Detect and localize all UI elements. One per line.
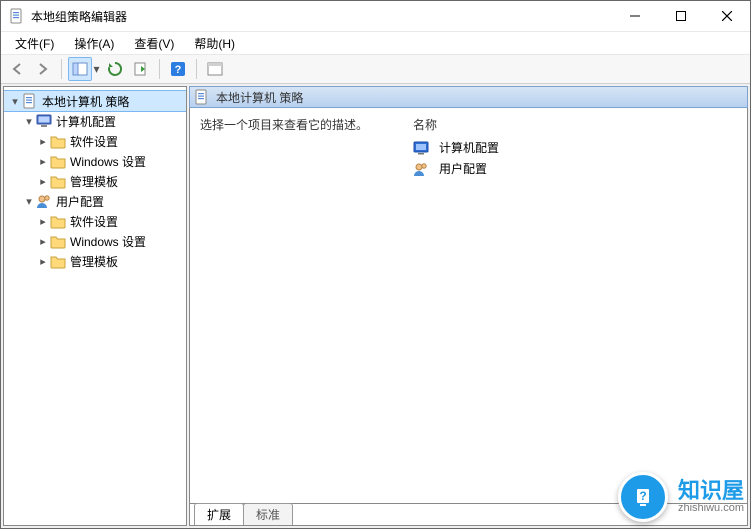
folder-icon <box>50 253 66 269</box>
tree-user-config[interactable]: ▾ 用户配置 <box>4 191 186 211</box>
computer-icon <box>36 113 52 129</box>
maximize-button[interactable] <box>658 1 704 31</box>
list-item-label: 用户配置 <box>439 160 487 177</box>
folder-icon <box>50 133 66 149</box>
nav-back-button[interactable] <box>5 57 29 81</box>
menu-action[interactable]: 操作(A) <box>64 33 124 54</box>
tree-pane[interactable]: ▾ 本地计算机 策略 ▾ 计算机配置 ▸ 软件设置 <box>3 86 187 526</box>
expand-icon[interactable]: ▸ <box>36 135 50 148</box>
folder-icon <box>50 233 66 249</box>
folder-icon <box>50 173 66 189</box>
nav-forward-button[interactable] <box>31 57 55 81</box>
window-title: 本地组策略编辑器 <box>31 8 127 25</box>
close-button[interactable] <box>704 1 750 31</box>
list-item-computer[interactable]: 计算机配置 <box>405 137 747 158</box>
tree-item-windows[interactable]: ▸ Windows 设置 <box>4 231 186 251</box>
tree-label: 软件设置 <box>70 213 118 230</box>
menu-help[interactable]: 帮助(H) <box>184 33 245 54</box>
details-header: 本地计算机 策略 <box>189 86 748 108</box>
export-list-button[interactable] <box>129 57 153 81</box>
tree-item-software[interactable]: ▸ 软件设置 <box>4 131 186 151</box>
column-header-name[interactable]: 名称 <box>405 112 747 137</box>
expand-icon[interactable]: ▸ <box>36 155 50 168</box>
folder-icon <box>50 153 66 169</box>
users-icon <box>413 161 429 177</box>
view-mode-button[interactable] <box>203 57 227 81</box>
users-icon <box>36 193 52 209</box>
toolbar-separator <box>196 59 197 79</box>
policy-icon <box>22 93 38 109</box>
tree-label: 管理模板 <box>70 173 118 190</box>
description-text: 选择一个项目来查看它的描述。 <box>200 118 368 132</box>
refresh-button[interactable] <box>103 57 127 81</box>
tab-standard[interactable]: 标准 <box>243 503 293 525</box>
policy-icon <box>194 89 210 105</box>
details-title: 本地计算机 策略 <box>216 89 303 106</box>
minimize-button[interactable] <box>612 1 658 31</box>
tree-computer-config[interactable]: ▾ 计算机配置 <box>4 111 186 131</box>
menu-file[interactable]: 文件(F) <box>5 33 64 54</box>
expand-icon[interactable]: ▾ <box>8 95 22 108</box>
tab-extended[interactable]: 扩展 <box>194 503 244 525</box>
tree-label: Windows 设置 <box>70 233 146 250</box>
description-panel: 选择一个项目来查看它的描述。 <box>190 108 405 503</box>
tree-label: 软件设置 <box>70 133 118 150</box>
dropdown-caret-icon[interactable]: ▾ <box>92 58 101 80</box>
tree-item-templates[interactable]: ▸ 管理模板 <box>4 171 186 191</box>
list-item-user[interactable]: 用户配置 <box>405 158 747 179</box>
toolbar-separator <box>61 59 62 79</box>
expand-icon[interactable]: ▸ <box>36 215 50 228</box>
expand-icon[interactable]: ▸ <box>36 235 50 248</box>
menu-bar: 文件(F) 操作(A) 查看(V) 帮助(H) <box>1 32 750 55</box>
expand-icon[interactable]: ▾ <box>22 115 36 128</box>
items-list[interactable]: 名称 计算机配置 用户配置 <box>405 108 747 503</box>
menu-view[interactable]: 查看(V) <box>124 33 184 54</box>
tree-root[interactable]: ▾ 本地计算机 策略 <box>4 91 186 111</box>
list-item-label: 计算机配置 <box>439 139 499 156</box>
expand-icon[interactable]: ▾ <box>22 195 36 208</box>
toolbar-separator <box>159 59 160 79</box>
tree-label: 管理模板 <box>70 253 118 270</box>
expand-icon[interactable]: ▸ <box>36 255 50 268</box>
tree-item-windows[interactable]: ▸ Windows 设置 <box>4 151 186 171</box>
show-tree-button[interactable] <box>68 57 92 81</box>
tree-item-templates[interactable]: ▸ 管理模板 <box>4 251 186 271</box>
title-bar: 本地组策略编辑器 <box>1 1 750 32</box>
computer-icon <box>413 140 429 156</box>
tree-label: Windows 设置 <box>70 153 146 170</box>
tree-label: 计算机配置 <box>56 113 116 130</box>
expand-icon[interactable]: ▸ <box>36 175 50 188</box>
folder-icon <box>50 213 66 229</box>
help-button[interactable] <box>166 57 190 81</box>
toolbar: ▾ <box>1 55 750 84</box>
tab-strip: 扩展 标准 <box>189 504 748 526</box>
tree-item-software[interactable]: ▸ 软件设置 <box>4 211 186 231</box>
tree-label: 用户配置 <box>56 193 104 210</box>
tree-label: 本地计算机 策略 <box>42 93 129 110</box>
app-icon <box>9 8 25 24</box>
